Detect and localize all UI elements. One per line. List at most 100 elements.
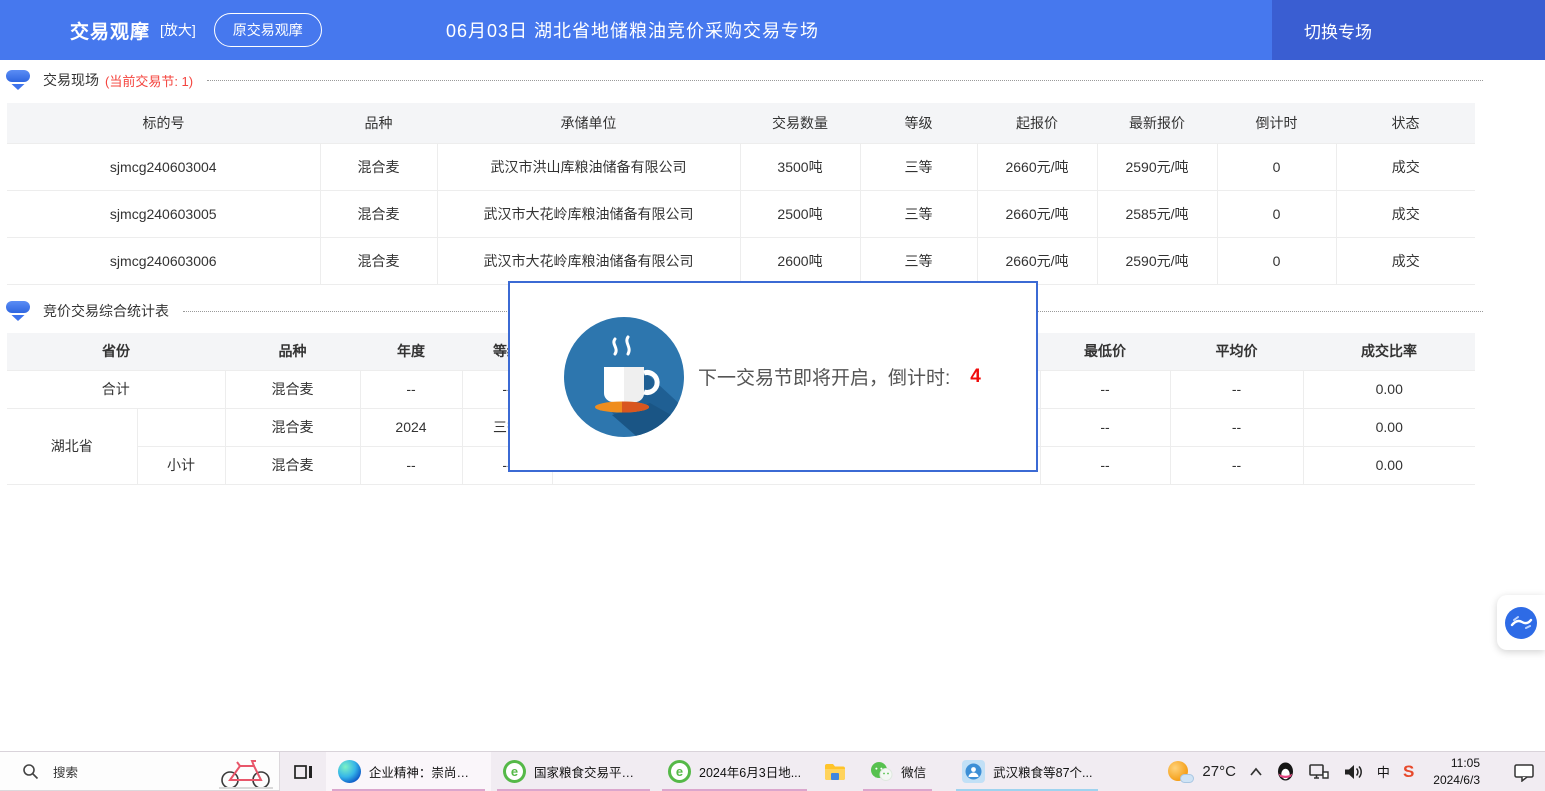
- year: --: [360, 446, 462, 484]
- lot-id: sjmcg240603005: [7, 190, 320, 237]
- action-center-button[interactable]: [1513, 762, 1535, 782]
- latest-price: 2590元/吨: [1097, 143, 1217, 190]
- avg-price: --: [1170, 370, 1303, 408]
- service-icon: [1504, 606, 1538, 640]
- countdown: 0: [1217, 190, 1336, 237]
- year: 2024: [360, 408, 462, 446]
- countdown-value: 4: [970, 366, 981, 388]
- search-highlight-bicycle-image[interactable]: [217, 756, 275, 790]
- start-price: 2660元/吨: [977, 143, 1097, 190]
- qty: 3500吨: [740, 143, 860, 190]
- dotted-divider: [207, 80, 1483, 81]
- coffee-cup-icon: [562, 315, 686, 439]
- notification-icon: [1513, 762, 1535, 782]
- task-view-button[interactable]: [280, 752, 326, 791]
- taskbar-file-explorer[interactable]: [813, 752, 857, 791]
- table-row: sjmcg240603006 混合麦 武汉市大花岭库粮油储备有限公司 2600吨…: [7, 237, 1475, 284]
- show-hidden-icons-chevron[interactable]: [1249, 767, 1263, 777]
- lot-id: sjmcg240603006: [7, 237, 320, 284]
- depot: 武汉市大花岭库粮油储备有限公司: [437, 237, 740, 284]
- col-variety: 品种: [225, 333, 360, 370]
- app-label: 武汉粮食等87个...: [993, 762, 1092, 781]
- clock-time: 11:05: [1433, 755, 1480, 771]
- browser-360-icon: e: [668, 760, 691, 783]
- deal-ratio: 0.00: [1303, 408, 1475, 446]
- col-year: 年度: [360, 333, 462, 370]
- app-label: 微信: [901, 762, 926, 781]
- section-badge-icon: [5, 69, 31, 91]
- search-label: 搜索: [53, 762, 78, 781]
- province-total: 合计: [7, 370, 225, 408]
- start-price: 2660元/吨: [977, 237, 1097, 284]
- taskbar-app-wechat[interactable]: 微信: [857, 752, 938, 791]
- province-name: 湖北省: [7, 408, 137, 484]
- browser-360-icon: e: [503, 760, 526, 783]
- col-province: 省份: [7, 333, 225, 370]
- windows-taskbar: 搜索 企业精神：崇尚执... e 国家粮食交易平台... e 2024年6月3日…: [0, 751, 1545, 791]
- variety: 混合麦: [225, 408, 360, 446]
- weather-sun-icon: [1168, 760, 1194, 784]
- app-header: 交易观摩 [放大] 原交易观摩 06月03日 湖北省地储粮油竞价采购交易专场 切…: [0, 0, 1545, 60]
- system-tray: 27°C 中 S: [1168, 752, 1545, 791]
- section-badge-icon: [5, 300, 31, 322]
- table-row: sjmcg240603004 混合麦 武汉市洪山库粮油储备有限公司 3500吨 …: [7, 143, 1475, 190]
- ime-indicator[interactable]: 中: [1377, 762, 1390, 781]
- stats-section-title: 竞价交易综合统计表: [43, 301, 169, 321]
- province-sub: 小计: [137, 446, 225, 484]
- switch-session-button[interactable]: 切换专场: [1272, 0, 1545, 60]
- deal-ratio: 0.00: [1303, 446, 1475, 484]
- variety: 混合麦: [320, 143, 437, 190]
- year: --: [360, 370, 462, 408]
- weather-temp: 27°C: [1202, 763, 1236, 780]
- session-title: 06月03日 湖北省地储粮油竞价采购交易专场: [0, 0, 1265, 60]
- countdown: 0: [1217, 143, 1336, 190]
- taskbar-app-edge[interactable]: 企业精神：崇尚执...: [326, 752, 491, 791]
- variety: 混合麦: [320, 237, 437, 284]
- col-latest-price: 最新报价: [1097, 103, 1217, 143]
- taskbar-app-wuhan-grain[interactable]: 武汉粮食等87个...: [950, 752, 1104, 791]
- weather-widget[interactable]: 27°C: [1168, 760, 1236, 784]
- grade: 三等: [860, 143, 977, 190]
- qq-icon[interactable]: [1276, 761, 1295, 782]
- col-start-price: 起报价: [977, 103, 1097, 143]
- deal-ratio: 0.00: [1303, 370, 1475, 408]
- min-price: --: [1040, 408, 1170, 446]
- taskbar-gap: [938, 752, 950, 791]
- latest-price: 2585元/吨: [1097, 190, 1217, 237]
- province-sub: [137, 408, 225, 446]
- floating-service-button[interactable]: [1497, 595, 1545, 650]
- start-price: 2660元/吨: [977, 190, 1097, 237]
- sogou-input-icon[interactable]: S: [1403, 762, 1414, 782]
- network-icon[interactable]: [1308, 762, 1330, 782]
- trade-section-header: 交易现场 (当前交易节: 1): [5, 68, 1545, 92]
- avg-price: --: [1170, 408, 1303, 446]
- countdown: 0: [1217, 237, 1336, 284]
- min-price: --: [1040, 446, 1170, 484]
- next-session-modal: 下一交易节即将开启，倒计时: 4: [508, 281, 1038, 472]
- wechat-icon: [869, 760, 893, 784]
- qty: 2600吨: [740, 237, 860, 284]
- col-deal-ratio: 成交比率: [1303, 333, 1475, 370]
- col-grade: 等级: [860, 103, 977, 143]
- variety: 混合麦: [225, 370, 360, 408]
- volume-icon[interactable]: [1343, 763, 1364, 781]
- taskbar-search[interactable]: 搜索: [0, 752, 280, 791]
- col-variety: 品种: [320, 103, 437, 143]
- current-session-indicator: (当前交易节: 1): [105, 71, 193, 90]
- taskbar-app-session-page[interactable]: e 2024年6月3日地...: [656, 752, 813, 791]
- search-icon: [22, 763, 39, 780]
- col-avg-price: 平均价: [1170, 333, 1303, 370]
- col-qty: 交易数量: [740, 103, 860, 143]
- lot-id: sjmcg240603004: [7, 143, 320, 190]
- trade-section-title: 交易现场: [43, 70, 99, 90]
- taskbar-clock[interactable]: 11:05 2024/6/3: [1427, 755, 1486, 787]
- min-price: --: [1040, 370, 1170, 408]
- variety: 混合麦: [225, 446, 360, 484]
- taskbar-app-grain-platform[interactable]: e 国家粮食交易平台...: [491, 752, 656, 791]
- status-badge: 成交: [1336, 143, 1475, 190]
- clock-date: 2024/6/3: [1433, 772, 1480, 788]
- edge-icon: [338, 760, 361, 783]
- grade: 三等: [860, 237, 977, 284]
- countdown-message: 下一交易节即将开启，倒计时:: [698, 363, 950, 390]
- status-badge: 成交: [1336, 190, 1475, 237]
